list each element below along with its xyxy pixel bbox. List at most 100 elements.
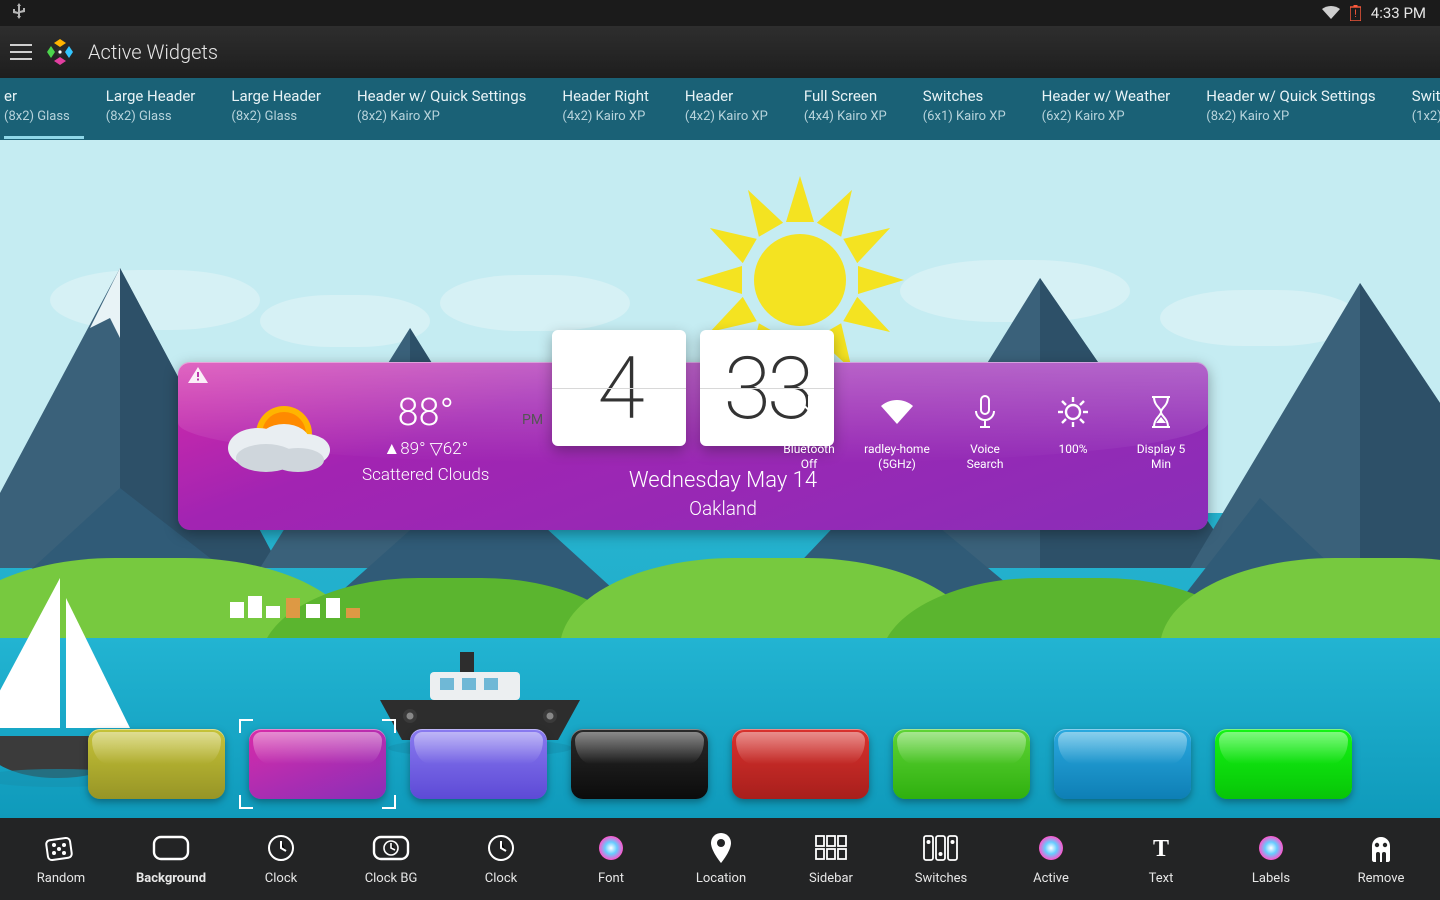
tab-sublabel: (4x2) Kairo XP	[562, 109, 649, 124]
swatch-red[interactable]	[732, 729, 869, 799]
clock2-icon	[487, 833, 515, 863]
tab-item[interactable]: Large Header(8x2) Glass	[213, 87, 339, 138]
switch-hourglass[interactable]: Display 5 Min	[1128, 392, 1194, 472]
tool-label: Labels	[1252, 871, 1290, 886]
switch-label: 100%	[1058, 442, 1087, 457]
tool-clock2[interactable]: Clock	[446, 825, 556, 894]
tab-item[interactable]: Full Screen(4x4) Kairo XP	[786, 87, 905, 138]
tool-clock-bg[interactable]: Clock BG	[336, 825, 446, 894]
tab-sublabel: (8x2) Kairo XP	[1206, 109, 1375, 124]
swatch-lime[interactable]	[1215, 729, 1352, 799]
background-icon	[152, 833, 190, 863]
tab-label: Header w/ Quick Settings	[357, 87, 526, 105]
tab-item[interactable]: Header(4x2) Kairo XP	[667, 87, 786, 138]
brightness-icon	[1057, 392, 1089, 432]
clock-ampm: PM	[522, 412, 543, 428]
tool-background[interactable]: Background	[116, 825, 226, 894]
tab-sublabel: (6x1) Kairo XP	[923, 109, 1006, 124]
remove-icon	[1368, 833, 1394, 863]
swatch-olive[interactable]	[88, 729, 225, 799]
tool-label: Clock BG	[365, 871, 418, 886]
swatch-blue[interactable]	[1054, 729, 1191, 799]
weather-block: 88° ▲89° ▽62° Scattered Clouds	[218, 388, 489, 488]
tool-clock[interactable]: Clock	[226, 825, 336, 894]
tab-item[interactable]: Header w/ Quick Settings(8x2) Kairo XP	[1188, 87, 1393, 138]
status-clock: 4:33 PM	[1371, 4, 1426, 22]
switch-bluetooth[interactable]: Bluetooth Off	[776, 392, 842, 472]
tab-label: Header	[685, 87, 768, 105]
switch-label: Bluetooth Off	[776, 442, 842, 472]
tool-random[interactable]: Random	[6, 825, 116, 894]
weather-temp: 88°	[362, 391, 489, 435]
weather-hi: ▲89°	[383, 439, 425, 459]
widget-city: Oakland	[568, 497, 878, 520]
random-icon	[44, 833, 78, 863]
tool-label: Sidebar	[809, 871, 853, 886]
tool-label: Location	[696, 871, 746, 886]
usb-icon	[12, 3, 26, 23]
tool-label: Active	[1033, 871, 1069, 886]
tool-label: Font	[598, 871, 624, 886]
tool-active[interactable]: Active	[996, 825, 1106, 894]
tab-label: Full Screen	[804, 87, 887, 105]
tab-item[interactable]: Switches (1x2) Glass	[1394, 87, 1440, 138]
tab-label: Header w/ Weather	[1042, 87, 1171, 105]
font-icon	[597, 833, 625, 863]
wifi-icon	[880, 392, 914, 432]
tool-switches[interactable]: Switches	[886, 825, 996, 894]
tab-item[interactable]: er(8x2) Glass	[0, 87, 88, 138]
tool-text[interactable]: TText	[1106, 825, 1216, 894]
wallpaper-scene: 88° ▲89° ▽62° Scattered Clouds PM 4 33 W…	[0, 140, 1440, 818]
tab-sublabel: (6x2) Kairo XP	[1042, 109, 1171, 124]
tab-item[interactable]: Header Right (4x2) Kairo XP	[544, 87, 667, 138]
swatch-magenta[interactable]	[249, 729, 386, 799]
status-bar: ! 4:33 PM	[0, 0, 1440, 26]
tool-label: Clock	[265, 871, 297, 886]
tool-label: Remove	[1358, 871, 1405, 886]
warn-icon	[188, 367, 208, 387]
widget-tabs[interactable]: er(8x2) Glass Large Header (8x2) Glass Larg…	[0, 78, 1440, 140]
tab-item[interactable]: Header w/ Weather (6x2) Kairo XP	[1024, 87, 1189, 138]
swatch-green[interactable]	[893, 729, 1030, 799]
tab-item[interactable]: Header w/ Quick Settings(8x2) Kairo XP	[339, 87, 544, 138]
sidebar-icon	[815, 833, 847, 863]
weather-condition: Scattered Clouds	[362, 465, 489, 485]
tab-label: Header Right	[562, 87, 649, 105]
battery-status-icon: !	[1350, 5, 1361, 21]
bottom-toolbar: Random Background Clock Clock BG Clock Font Lo…	[0, 818, 1440, 900]
wifi-status-icon	[1322, 6, 1340, 20]
tab-sublabel: (1x2) Glass	[1412, 109, 1440, 124]
switch-label: Voice Search	[952, 442, 1018, 472]
tool-remove[interactable]: Remove	[1326, 825, 1436, 894]
switches-icon	[923, 833, 959, 863]
menu-icon[interactable]	[10, 44, 32, 60]
color-swatches	[0, 710, 1440, 818]
hourglass-icon	[1149, 392, 1173, 432]
labels-icon	[1257, 833, 1285, 863]
tab-label: Large Header	[106, 87, 196, 105]
tool-font[interactable]: Font	[556, 825, 666, 894]
tool-sidebar[interactable]: Sidebar	[776, 825, 886, 894]
switch-mic[interactable]: Voice Search	[952, 392, 1018, 472]
text-icon: T	[1148, 833, 1174, 863]
tab-label: Large Header	[231, 87, 321, 105]
tool-label: Background	[136, 871, 206, 886]
tab-label: Switches	[1412, 87, 1440, 105]
tool-labels[interactable]: Labels	[1216, 825, 1326, 894]
swatch-black[interactable]	[571, 729, 708, 799]
village-icon	[230, 568, 370, 628]
tab-item[interactable]: Large Header (8x2) Glass	[88, 87, 214, 138]
tool-location[interactable]: Location	[666, 825, 776, 894]
tab-sublabel: (8x2) Glass	[106, 109, 196, 124]
tab-sublabel: (8x2) Glass	[4, 109, 70, 124]
switch-wifi[interactable]: radley-home (5GHz)	[864, 392, 930, 472]
switch-brightness[interactable]: 100%	[1040, 392, 1106, 472]
tab-item[interactable]: Switches (6x1) Kairo XP	[905, 87, 1024, 138]
weather-lo: ▽62°	[430, 439, 468, 459]
tab-label: Switches	[923, 87, 1006, 105]
header-widget[interactable]: 88° ▲89° ▽62° Scattered Clouds PM 4 33 W…	[178, 362, 1208, 530]
app-bar: Active Widgets	[0, 26, 1440, 78]
swatch-violet[interactable]	[410, 729, 547, 799]
tool-label: Random	[37, 871, 85, 886]
tool-label: Clock	[485, 871, 517, 886]
